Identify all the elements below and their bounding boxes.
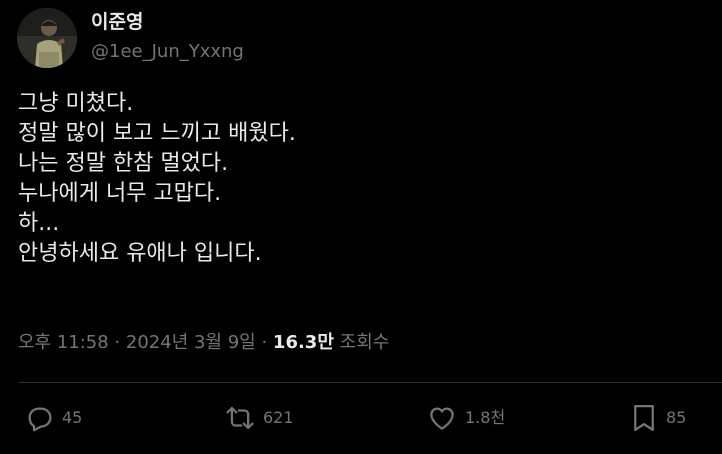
retweet-icon <box>225 403 255 433</box>
tweet-text-line: 안녕하세요 유애나 입니다. <box>18 241 262 266</box>
meta-separator: · <box>261 332 268 353</box>
tweet-text-line: 정말 많이 보고 느끼고 배웠다. <box>18 121 296 146</box>
tweet-meta: 오후 11:58 · 2024년 3월 9일 · 16.3만 조회수 <box>18 331 389 355</box>
retweet-count: 621 <box>263 408 294 427</box>
bookmark-button[interactable]: 85 <box>630 402 686 434</box>
bookmark-count: 85 <box>666 408 687 427</box>
tweet-text-line: 누나에게 너무 고맙다. <box>18 181 222 206</box>
tweet-text-line: 나는 정말 한참 멀었다. <box>18 151 229 176</box>
avatar[interactable] <box>17 8 77 68</box>
divider <box>18 382 722 383</box>
author-name[interactable]: 이준영 <box>91 10 143 34</box>
bookmark-icon <box>630 403 658 433</box>
retweet-button[interactable]: 621 <box>225 402 294 434</box>
heart-icon <box>427 403 457 433</box>
tweet-text-line: 하... <box>18 211 60 236</box>
views-label: 조회수 <box>339 332 390 353</box>
tweet-text: 그냥 미쳤다. 정말 많이 보고 느끼고 배웠다. 나는 정말 한참 멀었다. … <box>18 89 698 269</box>
tweet-card: 이준영 @1ee_Jun_Yxxng 그냥 미쳤다. 정말 많이 보고 느끼고 … <box>0 0 722 454</box>
views-count: 16.3만 <box>272 332 334 353</box>
like-count: 1.8천 <box>465 408 506 427</box>
tweet-timestamp[interactable]: 오후 11:58 · 2024년 3월 9일 <box>18 332 256 353</box>
reply-count: 45 <box>62 408 83 427</box>
tweet-text-line: 그냥 미쳤다. <box>18 91 134 116</box>
author-handle[interactable]: @1ee_Jun_Yxxng <box>91 40 244 64</box>
avatar-photo <box>17 8 77 68</box>
reply-button[interactable]: 45 <box>24 402 82 434</box>
like-button[interactable]: 1.8천 <box>427 402 505 434</box>
reply-icon <box>24 403 54 433</box>
